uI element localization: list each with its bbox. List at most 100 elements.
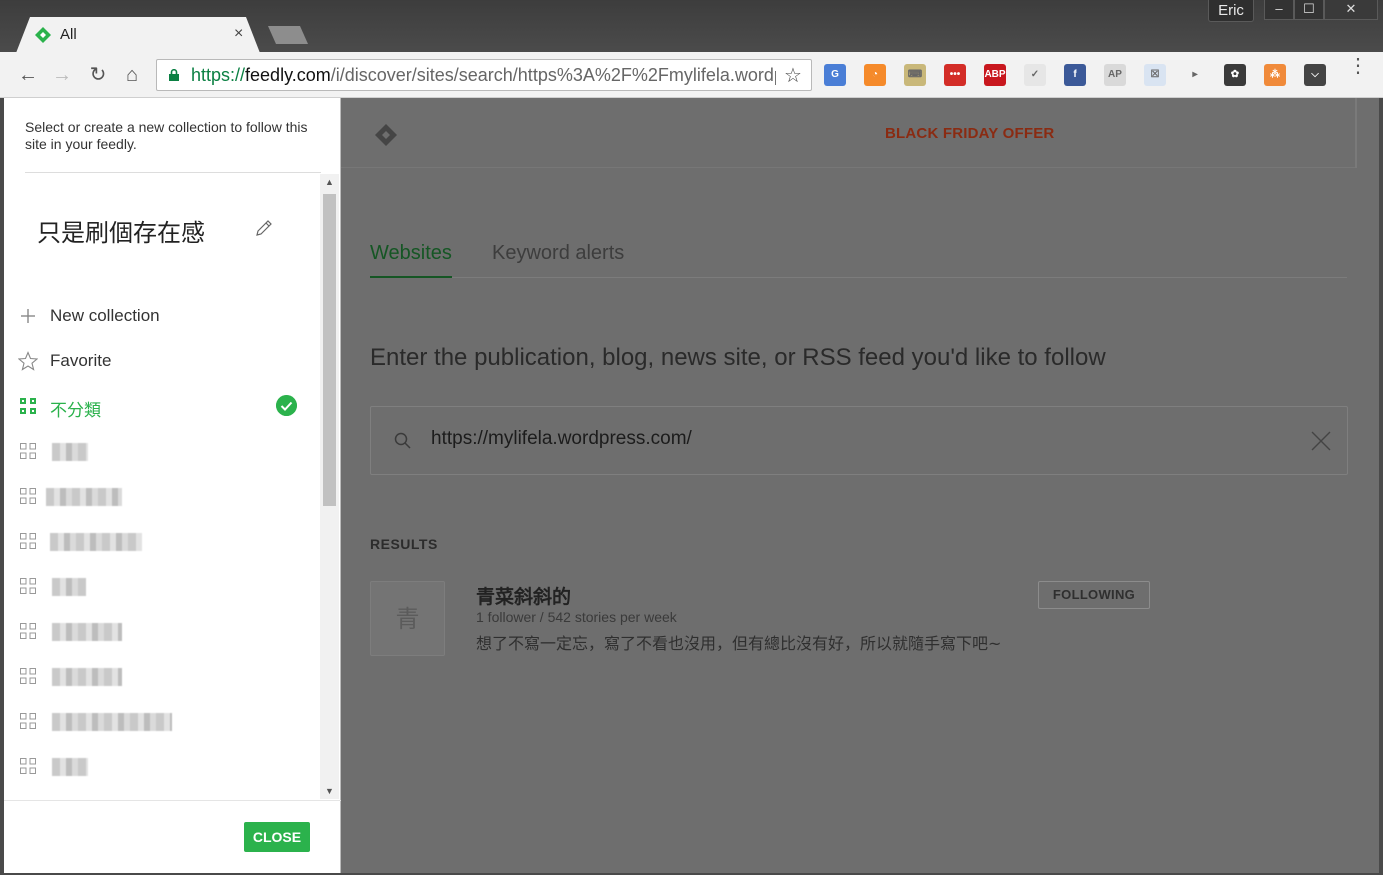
panel-scrollbar[interactable]: ▲ ▼ — [320, 174, 339, 799]
collection-item-blurred[interactable] — [4, 656, 320, 696]
star-icon — [18, 351, 38, 371]
black-friday-link[interactable]: BLACK FRIDAY OFFER — [885, 125, 1054, 142]
redacted-label — [46, 488, 122, 506]
url-host: feedly.com — [245, 65, 331, 85]
grid-icon — [20, 713, 36, 729]
url-path: /i/discover/sites/search/https%3A%2F%2Fm… — [330, 65, 776, 85]
minimize-button[interactable]: – — [1264, 0, 1294, 20]
collection-item-blurred[interactable] — [4, 476, 320, 516]
grid-icon — [20, 443, 36, 459]
following-button[interactable]: FOLLOWING — [1038, 581, 1150, 609]
result-thumbnail[interactable]: 青 — [370, 581, 445, 656]
back-button[interactable]: ← — [16, 63, 40, 87]
divider — [4, 800, 341, 801]
search-icon — [394, 432, 411, 449]
collection-item-blurred[interactable] — [4, 701, 320, 741]
result-description: 想了不寫一定忘，寫了不看也沒用，但有總比沒有好，所以就隨手寫下吧~ — [476, 634, 1002, 653]
result-title[interactable]: 青菜斜斜的 — [476, 582, 571, 609]
new-collection-item[interactable]: New collection — [4, 296, 320, 336]
collection-item-blurred[interactable] — [4, 611, 320, 651]
redacted-label — [52, 578, 86, 596]
main-header: BLACK FRIDAY OFFER — [341, 98, 1357, 168]
pocket-icon[interactable]: ⌵ — [1304, 64, 1326, 86]
scroll-down-arrow-icon[interactable]: ▼ — [320, 783, 339, 799]
close-window-button[interactable]: ✕ — [1324, 0, 1378, 20]
collection-label: 不分類 — [50, 401, 101, 420]
pencil-icon[interactable] — [254, 218, 274, 238]
search-prompt: Enter the publication, blog, news site, … — [370, 344, 1106, 371]
redacted-label — [52, 758, 88, 776]
reload-button[interactable]: ↻ — [86, 63, 110, 87]
divider — [1355, 98, 1357, 168]
dots-icon[interactable]: ⁂ — [1264, 64, 1286, 86]
browser-toolbar: ← → ↻ ⌂ https://feedly.com/i/discover/si… — [0, 52, 1383, 98]
scroll-thumb[interactable] — [323, 194, 336, 506]
check-icon[interactable]: ✓ — [1024, 64, 1046, 86]
grid-icon — [20, 623, 36, 639]
scroll-up-arrow-icon[interactable]: ▲ — [320, 174, 339, 190]
divider — [25, 172, 321, 173]
ap-icon[interactable]: AP — [1104, 64, 1126, 86]
tab-websites[interactable]: Websites — [370, 242, 452, 265]
page-content: Select or create a new collection to fol… — [4, 98, 1379, 873]
evernote-icon[interactable]: ✿ — [1224, 64, 1246, 86]
home-button[interactable]: ⌂ — [120, 63, 144, 87]
result-meta: 1 follower / 542 stories per week — [476, 609, 677, 625]
redacted-label — [52, 443, 88, 461]
redacted-label — [52, 623, 122, 641]
grid-icon — [20, 398, 36, 414]
search-input[interactable] — [431, 428, 1281, 450]
google-translate-icon[interactable]: G — [824, 64, 846, 86]
favorite-item[interactable]: Favorite — [4, 341, 320, 381]
collection-panel: Select or create a new collection to fol… — [4, 98, 341, 873]
grid-icon — [20, 533, 36, 549]
browser-window: All × Eric – ☐ ✕ ← → ↻ ⌂ https://feedly.… — [0, 0, 1383, 875]
site-title: 只是刷個存在感 — [37, 219, 205, 247]
maximize-button[interactable]: ☐ — [1294, 0, 1324, 20]
collection-item-blurred[interactable] — [4, 566, 320, 606]
tab-close-icon[interactable]: ☒ — [1144, 64, 1166, 86]
profile-button[interactable]: Eric — [1208, 0, 1254, 22]
new-collection-label: New collection — [50, 306, 160, 325]
feedly-logo-icon[interactable] — [373, 122, 399, 148]
bookmark-star-icon[interactable]: ☆ — [784, 63, 802, 88]
keyboard-icon[interactable]: ⌨ — [904, 64, 926, 86]
adblock-plus-icon[interactable]: ABP — [984, 64, 1006, 86]
grid-icon — [20, 758, 36, 774]
close-button[interactable]: CLOSE — [244, 822, 310, 852]
url-scheme: https:// — [191, 65, 246, 85]
collection-item-blurred[interactable] — [4, 431, 320, 471]
facebook-icon[interactable]: f — [1064, 64, 1086, 86]
lastpass-icon[interactable]: ••• — [944, 64, 966, 86]
grid-icon — [20, 668, 36, 684]
lock-icon — [169, 69, 179, 81]
tab-keyword-alerts[interactable]: Keyword alerts — [492, 242, 624, 265]
search-box[interactable] — [370, 406, 1348, 475]
redacted-label — [50, 533, 142, 551]
active-tab-indicator — [370, 276, 452, 278]
title-bar: All × Eric – ☐ ✕ — [0, 0, 1383, 53]
window-controls: – ☐ ✕ — [1264, 0, 1378, 20]
rss-icon[interactable]: ◔ — [864, 64, 886, 86]
grid-icon — [20, 488, 36, 504]
browser-tab[interactable]: All × — [16, 17, 260, 53]
redacted-label — [52, 668, 122, 686]
chrome-menu-icon[interactable]: ⋮ — [1348, 56, 1368, 76]
discover-main: BLACK FRIDAY OFFER Websites Keyword aler… — [341, 98, 1379, 873]
tab-close-icon[interactable]: × — [234, 25, 243, 43]
url-text: https://feedly.com/i/discover/sites/sear… — [191, 65, 776, 86]
forward-button[interactable]: → — [50, 63, 74, 87]
clear-icon[interactable] — [1309, 429, 1333, 453]
checkmark-icon — [276, 395, 297, 416]
results-heading: RESULTS — [370, 536, 438, 552]
address-bar[interactable]: https://feedly.com/i/discover/sites/sear… — [156, 59, 812, 91]
collection-item-uncategorized[interactable]: 不分類 — [4, 386, 320, 426]
plus-icon — [21, 309, 35, 323]
collection-item-blurred[interactable] — [4, 521, 320, 561]
panel-intro: Select or create a new collection to fol… — [25, 119, 308, 152]
cursor-icon[interactable]: ▸ — [1184, 64, 1206, 86]
discover-tabs: Websites Keyword alerts — [370, 240, 1347, 278]
grid-icon — [20, 578, 36, 594]
new-tab-button[interactable] — [268, 26, 308, 44]
collection-item-blurred[interactable] — [4, 746, 320, 786]
